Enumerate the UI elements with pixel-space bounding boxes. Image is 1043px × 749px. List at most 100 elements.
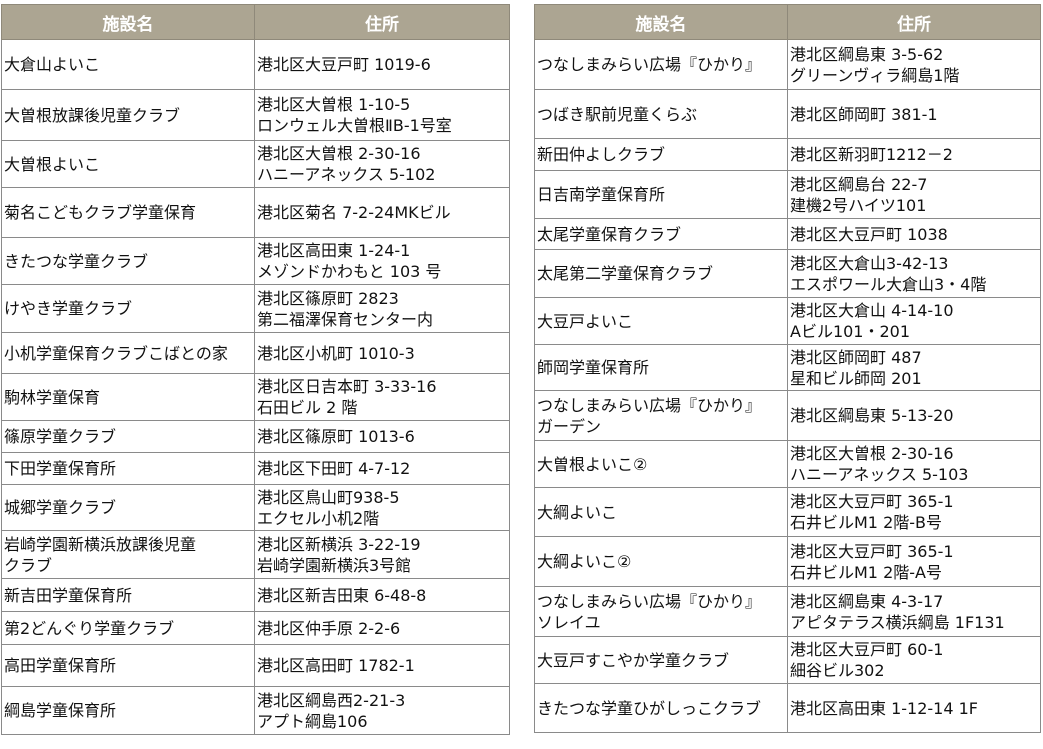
- address-cell: 港北区師岡町 381-1: [787, 89, 1041, 139]
- address-cell: 港北区大豆戸町 365-1 石井ビルM1 2階-B号: [787, 487, 1041, 537]
- facility-name-cell: つなしまみらい広場『ひかり』 ソレイユ: [534, 586, 788, 637]
- table-row: 大綱よいこ 港北区大豆戸町 365-1 石井ビルM1 2階-B号: [534, 487, 1041, 537]
- table-row: 大豆戸すこやか学童クラブ 港北区大豆戸町 60-1 細谷ビル302: [534, 636, 1041, 684]
- table-row: つなしまみらい広場『ひかり』 港北区綱島東 3-5-62 グリーンヴィラ綱島1階: [534, 39, 1041, 90]
- facility-name-cell: きたつな学童ひがしっこクラブ: [534, 683, 788, 733]
- address-cell: 港北区綱島西2-21-3 アプト綱島106: [254, 686, 510, 735]
- table-row: 師岡学童保育所 港北区師岡町 487 星和ビル師岡 201: [534, 344, 1041, 391]
- address-cell: 港北区綱島台 22-7 建機2号ハイツ101: [787, 170, 1041, 219]
- column-header-facility-name: 施設名: [534, 4, 788, 40]
- table-row: きたつな学童ひがしっこクラブ 港北区高田東 1-12-14 1F: [534, 683, 1041, 733]
- table-row: 新吉田学童保育所 港北区新吉田東 6-48-8: [1, 578, 510, 612]
- address-cell: 港北区綱島東 3-5-62 グリーンヴィラ綱島1階: [787, 39, 1041, 90]
- table-row: 大倉山よいこ 港北区大豆戸町 1019-6: [1, 39, 510, 90]
- address-cell: 港北区鳥山町938-5 エクセル小机2階: [254, 484, 510, 531]
- address-cell: 港北区仲手原 2-2-6: [254, 611, 510, 645]
- address-cell: 港北区大豆戸町 60-1 細谷ビル302: [787, 636, 1041, 684]
- address-cell: 港北区大曽根 2-30-16 ハニーアネックス 5-102: [254, 140, 510, 188]
- facility-name-cell: 大豆戸すこやか学童クラブ: [534, 636, 788, 684]
- table-row: 太尾学童保育クラブ 港北区大豆戸町 1038: [534, 218, 1041, 250]
- facility-table-left: 施設名 住所 大倉山よいこ 港北区大豆戸町 1019-6 大曽根放課後児童クラブ 港北…: [1, 4, 510, 735]
- column-header-address: 住所: [787, 4, 1041, 40]
- facility-name-cell: 篠原学童クラブ: [1, 420, 255, 453]
- table-row: 城郷学童クラブ 港北区鳥山町938-5 エクセル小机2階: [1, 484, 510, 531]
- facility-table-right: 施設名 住所 つなしまみらい広場『ひかり』 港北区綱島東 3-5-62 グリーンヴ…: [534, 4, 1041, 733]
- facility-name-cell: 菊名こどもクラブ学童保育: [1, 187, 255, 238]
- header-row: 施設名 住所: [1, 4, 510, 40]
- address-cell: 港北区大倉山3-42-13 エスポワール大倉山3・4階: [787, 249, 1041, 298]
- table-row: 高田学童保育所 港北区高田町 1782-1: [1, 644, 510, 687]
- facility-name-cell: 綱島学童保育所: [1, 686, 255, 735]
- address-cell: 港北区大曽根 2-30-16 ハニーアネックス 5-103: [787, 440, 1041, 488]
- facility-name-cell: 大曽根よいこ②: [534, 440, 788, 488]
- column-header-facility-name: 施設名: [1, 4, 255, 40]
- table-row: 駒林学童保育 港北区日吉本町 3-33-16 石田ビル 2 階: [1, 373, 510, 421]
- address-cell: 港北区高田東 1-24-1 メゾンドかわもと 103 号: [254, 237, 510, 285]
- address-cell: 港北区新羽町1212－2: [787, 138, 1041, 171]
- facility-name-cell: きたつな学童クラブ: [1, 237, 255, 285]
- facility-name-cell: 新吉田学童保育所: [1, 578, 255, 612]
- address-cell: 港北区大倉山 4-14-10 Aビル101・201: [787, 297, 1041, 345]
- table-row: 大曽根放課後児童クラブ 港北区大曽根 1-10-5 ロンウェル大曽根ⅡB-1号室: [1, 89, 510, 141]
- facility-name-cell: 大曽根よいこ: [1, 140, 255, 188]
- column-header-address: 住所: [254, 4, 510, 40]
- address-cell: 港北区大豆戸町 1019-6: [254, 39, 510, 90]
- address-cell: 港北区綱島東 5-13-20: [787, 390, 1041, 441]
- address-cell: 港北区篠原町 2823 第二福澤保育センター内: [254, 284, 510, 333]
- facility-name-cell: 太尾学童保育クラブ: [534, 218, 788, 250]
- table-row: 綱島学童保育所 港北区綱島西2-21-3 アプト綱島106: [1, 686, 510, 735]
- facility-name-cell: 大綱よいこ②: [534, 536, 788, 587]
- address-cell: 港北区高田東 1-12-14 1F: [787, 683, 1041, 733]
- header-row: 施設名 住所: [534, 4, 1041, 40]
- address-cell: 港北区下田町 4-7-12: [254, 452, 510, 485]
- facility-name-cell: 第2どんぐり学童クラブ: [1, 611, 255, 645]
- table-row: つなしまみらい広場『ひかり』 ソレイユ 港北区綱島東 4-3-17 アピタテラス横…: [534, 586, 1041, 637]
- address-cell: 港北区新横浜 3-22-19 岩崎学園新横浜3号館: [254, 530, 510, 579]
- facility-name-cell: つばき駅前児童くらぶ: [534, 89, 788, 139]
- table-row: 菊名こどもクラブ学童保育 港北区菊名 7-2-24MKビル: [1, 187, 510, 238]
- table-row: きたつな学童クラブ 港北区高田東 1-24-1 メゾンドかわもと 103 号: [1, 237, 510, 285]
- facility-name-cell: 下田学童保育所: [1, 452, 255, 485]
- table-row: 岩崎学園新横浜放課後児童 クラブ 港北区新横浜 3-22-19 岩崎学園新横浜3号…: [1, 530, 510, 579]
- table-row: 大綱よいこ② 港北区大豆戸町 365-1 石井ビルM1 2階-A号: [534, 536, 1041, 587]
- table-row: 小机学童保育クラブこばとの家 港北区小机町 1010-3: [1, 332, 510, 374]
- facility-name-cell: つなしまみらい広場『ひかり』: [534, 39, 788, 90]
- table-row: 大豆戸よいこ 港北区大倉山 4-14-10 Aビル101・201: [534, 297, 1041, 345]
- address-cell: 港北区菊名 7-2-24MKビル: [254, 187, 510, 238]
- address-cell: 港北区小机町 1010-3: [254, 332, 510, 374]
- facility-name-cell: 小机学童保育クラブこばとの家: [1, 332, 255, 374]
- address-cell: 港北区大豆戸町 1038: [787, 218, 1041, 250]
- table-row: 大曽根よいこ 港北区大曽根 2-30-16 ハニーアネックス 5-102: [1, 140, 510, 188]
- facility-name-cell: 大曽根放課後児童クラブ: [1, 89, 255, 141]
- facility-name-cell: 大綱よいこ: [534, 487, 788, 537]
- address-cell: 港北区綱島東 4-3-17 アピタテラス横浜綱島 1F131: [787, 586, 1041, 637]
- table-row: 太尾第二学童保育クラブ 港北区大倉山3-42-13 エスポワール大倉山3・4階: [534, 249, 1041, 298]
- facility-name-cell: 新田仲よしクラブ: [534, 138, 788, 171]
- address-cell: 港北区篠原町 1013-6: [254, 420, 510, 453]
- address-cell: 港北区新吉田東 6-48-8: [254, 578, 510, 612]
- facility-name-cell: 大豆戸よいこ: [534, 297, 788, 345]
- facility-name-cell: 高田学童保育所: [1, 644, 255, 687]
- facility-name-cell: 師岡学童保育所: [534, 344, 788, 391]
- table-row: 篠原学童クラブ 港北区篠原町 1013-6: [1, 420, 510, 453]
- address-cell: 港北区高田町 1782-1: [254, 644, 510, 687]
- facility-name-cell: 日吉南学童保育所: [534, 170, 788, 219]
- facility-name-cell: 城郷学童クラブ: [1, 484, 255, 531]
- address-cell: 港北区日吉本町 3-33-16 石田ビル 2 階: [254, 373, 510, 421]
- table-row: つばき駅前児童くらぶ 港北区師岡町 381-1: [534, 89, 1041, 139]
- table-row: 大曽根よいこ② 港北区大曽根 2-30-16 ハニーアネックス 5-103: [534, 440, 1041, 488]
- address-cell: 港北区師岡町 487 星和ビル師岡 201: [787, 344, 1041, 391]
- address-cell: 港北区大豆戸町 365-1 石井ビルM1 2階-A号: [787, 536, 1041, 587]
- facility-name-cell: つなしまみらい広場『ひかり』 ガーデン: [534, 390, 788, 441]
- table-row: 日吉南学童保育所 港北区綱島台 22-7 建機2号ハイツ101: [534, 170, 1041, 219]
- facility-name-cell: 大倉山よいこ: [1, 39, 255, 90]
- table-row: 新田仲よしクラブ 港北区新羽町1212－2: [534, 138, 1041, 171]
- facility-name-cell: 駒林学童保育: [1, 373, 255, 421]
- facility-name-cell: 太尾第二学童保育クラブ: [534, 249, 788, 298]
- table-row: 第2どんぐり学童クラブ 港北区仲手原 2-2-6: [1, 611, 510, 645]
- address-cell: 港北区大曽根 1-10-5 ロンウェル大曽根ⅡB-1号室: [254, 89, 510, 141]
- facility-name-cell: けやき学童クラブ: [1, 284, 255, 333]
- table-row: 下田学童保育所 港北区下田町 4-7-12: [1, 452, 510, 485]
- facility-name-cell: 岩崎学園新横浜放課後児童 クラブ: [1, 530, 255, 579]
- table-row: つなしまみらい広場『ひかり』 ガーデン 港北区綱島東 5-13-20: [534, 390, 1041, 441]
